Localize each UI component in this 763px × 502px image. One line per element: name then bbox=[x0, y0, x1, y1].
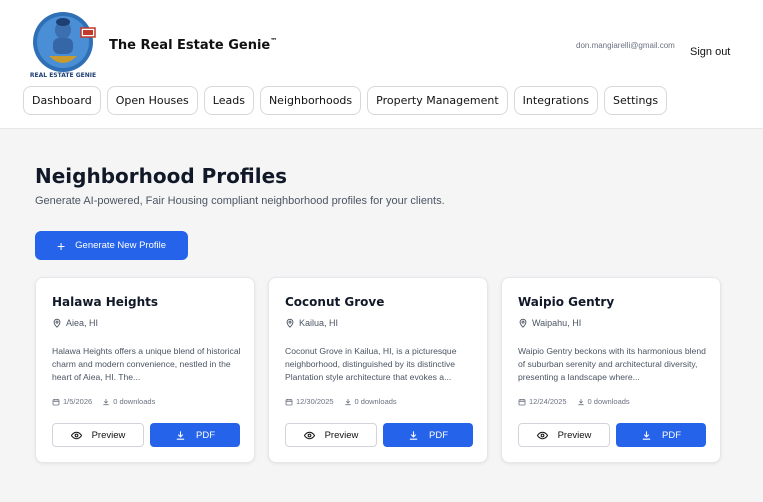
genie-logo-icon[interactable]: REAL ESTATE GENIE bbox=[29, 10, 101, 80]
card-location: Kailua, HI bbox=[285, 318, 338, 328]
card-date: 12/30/2025 bbox=[296, 397, 334, 406]
download-icon bbox=[175, 430, 186, 441]
download-icon bbox=[408, 430, 419, 441]
location-text: Waipahu, HI bbox=[532, 318, 582, 328]
user-email: don.mangiarelli@gmail.com bbox=[576, 41, 675, 50]
top-header: REAL ESTATE GENIE The Real Estate Genie™… bbox=[0, 0, 763, 129]
calendar-icon bbox=[518, 398, 526, 406]
pdf-label: PDF bbox=[662, 429, 681, 441]
card-location: Aiea, HI bbox=[52, 318, 98, 328]
preview-button[interactable]: Preview bbox=[285, 423, 377, 447]
card-meta: 12/30/2025 0 downloads bbox=[285, 397, 397, 406]
eye-icon bbox=[536, 430, 548, 441]
card-title: Waipio Gentry bbox=[518, 295, 615, 309]
generate-new-profile-button[interactable]: + Generate New Profile bbox=[35, 231, 188, 260]
eye-icon bbox=[70, 430, 82, 441]
card-meta: 1/5/2026 0 downloads bbox=[52, 397, 155, 406]
preview-button[interactable]: Preview bbox=[518, 423, 610, 447]
download-icon bbox=[641, 430, 652, 441]
pdf-download-button[interactable]: PDF bbox=[616, 423, 706, 447]
main-nav: Dashboard Open Houses Leads Neighborhood… bbox=[23, 86, 668, 115]
map-pin-icon bbox=[285, 318, 295, 328]
nav-leads[interactable]: Leads bbox=[203, 86, 254, 115]
pdf-label: PDF bbox=[196, 429, 215, 441]
calendar-icon bbox=[52, 398, 60, 406]
nav-settings[interactable]: Settings bbox=[604, 86, 668, 115]
download-icon bbox=[344, 398, 352, 406]
card-date: 1/5/2026 bbox=[63, 397, 93, 406]
brand-title: The Real Estate Genie™ bbox=[109, 37, 278, 53]
trademark-mark: ™ bbox=[270, 37, 278, 45]
download-icon bbox=[102, 398, 110, 406]
preview-label: Preview bbox=[91, 429, 126, 441]
map-pin-icon bbox=[518, 318, 528, 328]
pdf-download-button[interactable]: PDF bbox=[150, 423, 240, 447]
page-title: Neighborhood Profiles bbox=[35, 164, 288, 188]
location-text: Aiea, HI bbox=[66, 318, 99, 328]
card-title: Halawa Heights bbox=[52, 295, 159, 309]
svg-text:REAL ESTATE GENIE: REAL ESTATE GENIE bbox=[30, 72, 96, 79]
nav-dashboard[interactable]: Dashboard bbox=[23, 86, 101, 115]
eye-icon bbox=[303, 430, 315, 441]
location-text: Kailua, HI bbox=[299, 318, 339, 328]
card-date: 12/24/2025 bbox=[529, 397, 567, 406]
nav-neighborhoods[interactable]: Neighborhoods bbox=[259, 86, 362, 115]
card-downloads: 0 downloads bbox=[354, 397, 397, 406]
card-description: Halawa Heights offers a unique blend of … bbox=[52, 346, 241, 382]
card-title: Coconut Grove bbox=[285, 295, 385, 309]
nav-integrations[interactable]: Integrations bbox=[513, 86, 599, 115]
preview-label: Preview bbox=[557, 429, 592, 441]
map-pin-icon bbox=[52, 318, 62, 328]
card-description: Waipio Gentry beckons with its harmoniou… bbox=[518, 346, 706, 382]
card-downloads: 0 downloads bbox=[113, 397, 156, 406]
profile-card: Coconut Grove Kailua, HI Coconut Grove i… bbox=[268, 277, 488, 463]
card-downloads: 0 downloads bbox=[587, 397, 630, 406]
nav-open-houses[interactable]: Open Houses bbox=[106, 86, 198, 115]
generate-button-label: Generate New Profile bbox=[75, 240, 166, 251]
card-meta: 12/24/2025 0 downloads bbox=[518, 397, 630, 406]
page-subtitle: Generate AI-powered, Fair Housing compli… bbox=[35, 195, 445, 207]
download-icon bbox=[577, 398, 585, 406]
profile-card: Waipio Gentry Waipahu, HI Waipio Gentry … bbox=[501, 277, 721, 463]
nav-property-management[interactable]: Property Management bbox=[367, 86, 508, 115]
preview-button[interactable]: Preview bbox=[52, 423, 144, 447]
calendar-icon bbox=[285, 398, 293, 406]
profile-card: Halawa Heights Aiea, HI Halawa Heights o… bbox=[35, 277, 255, 463]
card-location: Waipahu, HI bbox=[518, 318, 581, 328]
preview-label: Preview bbox=[324, 429, 359, 441]
plus-icon: + bbox=[56, 237, 66, 254]
card-description: Coconut Grove in Kailua, HI, is a pictur… bbox=[285, 346, 457, 382]
pdf-label: PDF bbox=[429, 429, 448, 441]
pdf-download-button[interactable]: PDF bbox=[383, 423, 473, 447]
sign-out-button[interactable]: Sign out bbox=[690, 46, 730, 58]
